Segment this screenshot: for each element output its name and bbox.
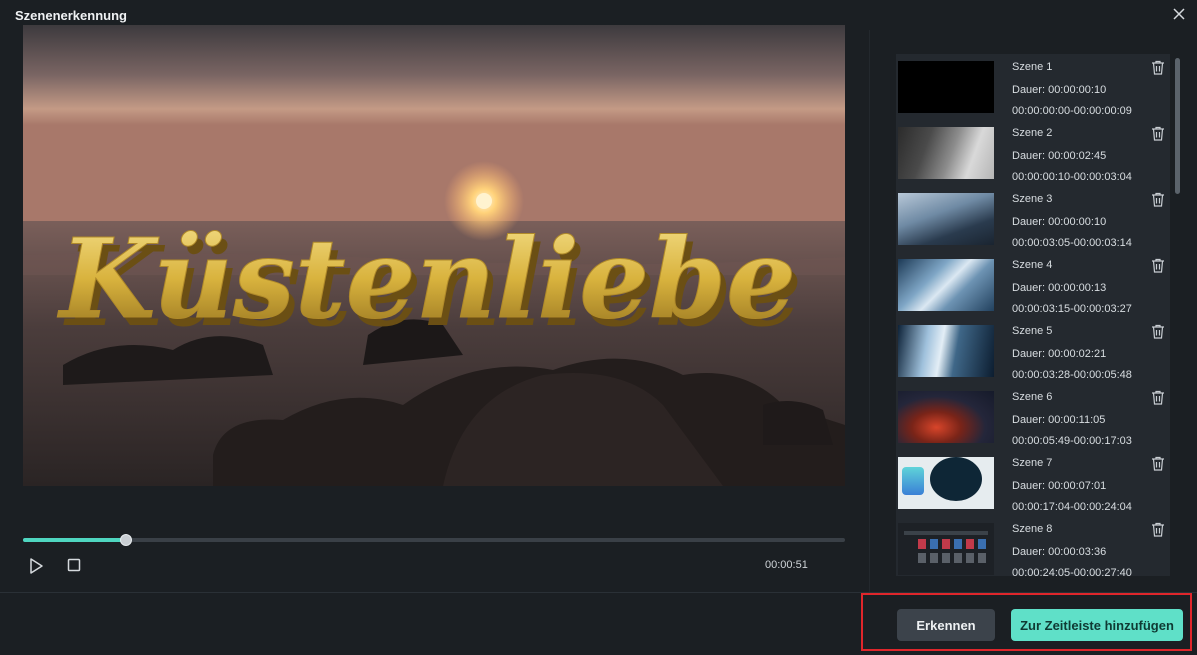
scene-thumbnail <box>898 391 994 443</box>
dialog-title: Szenenerkennung <box>15 8 127 23</box>
scene-item[interactable]: Szene 4 Dauer: 00:00:00:13 00:00:03:15-0… <box>896 252 1170 318</box>
scene-item[interactable]: Szene 6 Dauer: 00:00:11:05 00:00:05:49-0… <box>896 384 1170 450</box>
detect-button[interactable]: Erkennen <box>897 609 995 641</box>
scene-duration: Dauer: 00:00:02:21 <box>1012 348 1107 360</box>
video-overlay-title: Küstenliebe <box>57 214 796 343</box>
scene-range: 00:00:03:05-00:00:03:14 <box>1012 237 1132 249</box>
scene-duration: Dauer: 00:00:07:01 <box>1012 480 1107 492</box>
scene-thumbnail <box>898 325 994 377</box>
scene-name: Szene 2 <box>1012 127 1053 139</box>
scene-duration: Dauer: 00:00:00:10 <box>1012 216 1107 228</box>
delete-icon[interactable] <box>1151 60 1165 75</box>
scene-item[interactable]: Szene 3 Dauer: 00:00:00:10 00:00:03:05-0… <box>896 186 1170 252</box>
scene-thumbnail <box>898 523 994 575</box>
scene-range: 00:00:00:00-00:00:00:09 <box>1012 105 1132 117</box>
scene-thumbnail <box>898 259 994 311</box>
delete-icon[interactable] <box>1151 258 1165 273</box>
scene-name: Szene 7 <box>1012 457 1053 469</box>
scene-duration: Dauer: 00:00:00:10 <box>1012 84 1107 96</box>
timeline-progress <box>23 538 126 542</box>
play-icon[interactable] <box>27 557 45 575</box>
delete-icon[interactable] <box>1151 522 1165 537</box>
scene-name: Szene 5 <box>1012 325 1053 337</box>
scrollbar-thumb[interactable] <box>1175 58 1180 194</box>
scene-item[interactable]: Szene 5 Dauer: 00:00:02:21 00:00:03:28-0… <box>896 318 1170 384</box>
panel-divider <box>869 30 870 592</box>
add-to-timeline-button[interactable]: Zur Zeitleiste hinzufügen <box>1011 609 1183 641</box>
timeline-playhead[interactable] <box>119 534 132 546</box>
scene-range: 00:00:05:49-00:00:17:03 <box>1012 435 1132 447</box>
video-frame-image: Küstenliebe Küstenliebe <box>23 25 845 486</box>
scene-range: 00:00:03:28-00:00:05:48 <box>1012 369 1132 381</box>
scene-duration: Dauer: 00:00:03:36 <box>1012 546 1107 558</box>
delete-icon[interactable] <box>1151 126 1165 141</box>
scene-item[interactable]: Szene 1 Dauer: 00:00:00:10 00:00:00:00-0… <box>896 54 1170 120</box>
scene-item[interactable]: Szene 8 Dauer: 00:00:03:36 00:00:24:05-0… <box>896 516 1170 576</box>
video-preview: Küstenliebe Küstenliebe <box>23 25 845 486</box>
delete-icon[interactable] <box>1151 390 1165 405</box>
scene-item[interactable]: Szene 2 Dauer: 00:00:02:45 00:00:00:10-0… <box>896 120 1170 186</box>
scene-range: 00:00:17:04-00:00:24:04 <box>1012 501 1132 513</box>
scene-list-scrollbar[interactable] <box>1174 54 1182 576</box>
scene-range: 00:00:03:15-00:00:03:27 <box>1012 303 1132 315</box>
delete-icon[interactable] <box>1151 456 1165 471</box>
scene-thumbnail <box>898 61 994 113</box>
scene-list[interactable]: Szene 1 Dauer: 00:00:00:10 00:00:00:00-0… <box>896 54 1170 576</box>
scene-thumbnail <box>898 457 994 509</box>
scene-range: 00:00:00:10-00:00:03:04 <box>1012 171 1132 183</box>
scene-name: Szene 1 <box>1012 61 1053 73</box>
playback-timeline[interactable] <box>23 534 845 546</box>
scene-name: Szene 6 <box>1012 391 1053 403</box>
delete-icon[interactable] <box>1151 192 1165 207</box>
scene-thumbnail <box>898 193 994 245</box>
scene-range: 00:00:24:05-00:00:27:40 <box>1012 567 1132 576</box>
scene-duration: Dauer: 00:00:00:13 <box>1012 282 1107 294</box>
scene-duration: Dauer: 00:00:02:45 <box>1012 150 1107 162</box>
scene-name: Szene 4 <box>1012 259 1053 271</box>
stop-icon[interactable] <box>66 557 82 573</box>
close-icon[interactable] <box>1170 5 1188 23</box>
scene-item[interactable]: Szene 7 Dauer: 00:00:07:01 00:00:17:04-0… <box>896 450 1170 516</box>
scene-name: Szene 8 <box>1012 523 1053 535</box>
playback-timecode: 00:00:51 <box>765 559 808 571</box>
scene-duration: Dauer: 00:00:11:05 <box>1012 414 1106 426</box>
scene-name: Szene 3 <box>1012 193 1053 205</box>
delete-icon[interactable] <box>1151 324 1165 339</box>
scene-thumbnail <box>898 127 994 179</box>
